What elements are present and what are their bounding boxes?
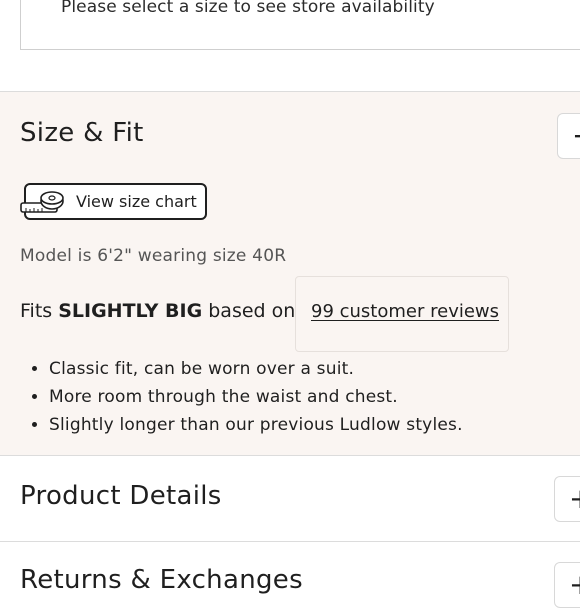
divider [0,541,580,542]
plus-icon: + [569,569,580,601]
customer-reviews-link[interactable]: 99 customer reviews [311,301,499,322]
plus-icon: + [569,483,580,515]
fit-note: Classic fit, can be worn over a suit. [49,355,463,383]
returns-expand-button[interactable]: + [554,562,580,608]
product-details-title[interactable]: Product Details [20,481,222,511]
fit-suffix: based on [202,300,296,322]
product-details-expand-button[interactable]: + [554,476,580,522]
fit-prefix: Fits [20,300,59,322]
fit-summary: Fits SLIGHTLY BIG based on [20,300,295,322]
view-size-chart-button[interactable]: View size chart [20,183,207,220]
fit-note: Slightly longer than our previous Ludlow… [49,411,463,439]
minus-icon: − [572,120,580,152]
returns-exchanges-title[interactable]: Returns & Exchanges [20,565,303,595]
size-fit-collapse-button[interactable]: − [557,113,580,159]
measuring-tape-icon [20,191,64,213]
fit-value: SLIGHTLY BIG [58,300,203,322]
customer-reviews-box[interactable]: 99 customer reviews [295,276,509,352]
size-fit-title: Size & Fit [20,118,144,148]
store-availability-box: Please select a size to see store availa… [20,0,580,50]
fit-notes-list: Classic fit, can be worn over a suit. Mo… [29,355,463,439]
store-availability-message: Please select a size to see store availa… [61,0,435,17]
model-info: Model is 6'2" wearing size 40R [20,246,287,266]
fit-note: More room through the waist and chest. [49,383,463,411]
divider [0,455,580,456]
view-size-chart-label: View size chart [76,192,197,211]
